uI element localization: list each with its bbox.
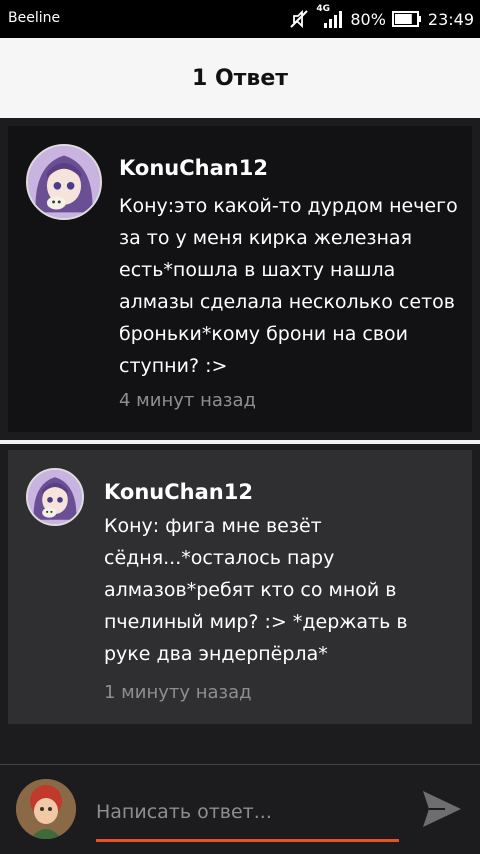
carrier-name: Beeline [8,10,61,26]
header: 1 Ответ [0,38,480,118]
comment-author[interactable]: KonuChan12 [119,156,268,180]
signal-icon: 4G [316,4,344,30]
battery-percent: 80% [350,9,386,29]
comment-time: 4 минут назад [119,390,256,411]
comment-time: 1 минуту назад [104,682,252,703]
avatar[interactable] [26,468,84,526]
status-icons: 4G 80% 23:49 [288,4,474,32]
reply-underline [96,839,399,842]
send-button[interactable] [420,789,464,833]
comment-card[interactable]: KonuChan12 Кону: фига мне везёт сёдня...… [8,450,472,724]
comment-card[interactable]: KonuChan12 Кону:это какой-то дурдом нече… [8,126,472,432]
battery-icon [391,11,422,27]
reply-input[interactable] [96,793,399,831]
status-bar: Beeline 4G 80% 23:49 [0,0,480,38]
my-avatar [16,779,76,839]
comment-author[interactable]: KonuChan12 [104,480,253,504]
divider [0,440,480,444]
page-title: 1 Ответ [191,65,288,91]
comment-text: Кону:это какой-то дурдом нечего за то у … [119,195,458,377]
comment-text: Кону: фига мне везёт сёдня...*осталось п… [104,515,408,665]
reply-bar [0,764,480,854]
avatar[interactable] [26,144,102,220]
clock: 23:49 [427,9,474,29]
send-icon [421,789,463,833]
mute-icon [288,8,310,30]
